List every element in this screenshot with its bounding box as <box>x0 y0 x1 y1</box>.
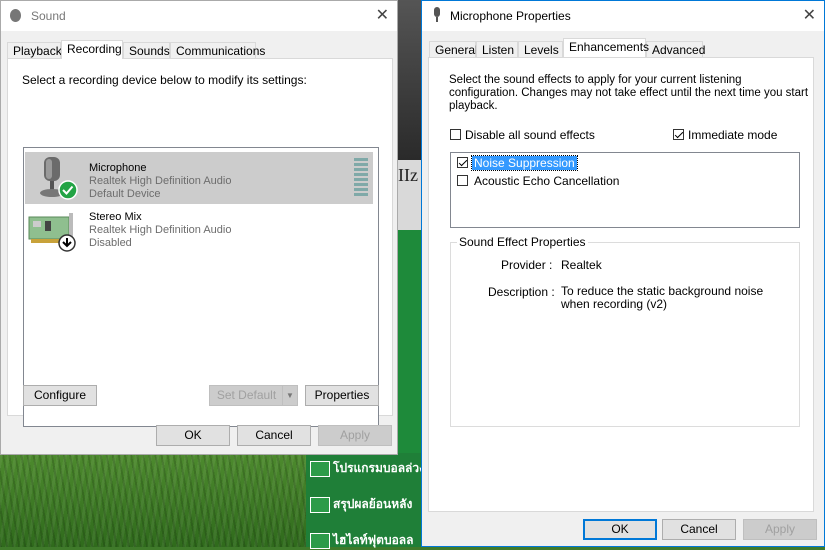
effect-label-selected[interactable]: Noise Suppression <box>471 155 578 171</box>
close-button[interactable]: ✕ <box>803 5 816 25</box>
description-label: Description : <box>488 285 555 299</box>
set-default-button[interactable]: Set Default ▼ <box>209 385 298 406</box>
provider-value: Realtek <box>561 258 602 272</box>
configure-button[interactable]: Configure <box>23 385 97 406</box>
device-microphone[interactable]: Microphone Realtek High Definition Audio… <box>25 152 373 204</box>
background-photo <box>398 0 422 160</box>
window-title: Microphone Properties <box>450 9 571 23</box>
microphone-icon <box>40 157 78 200</box>
device-name: Stereo Mix <box>89 211 142 223</box>
background-menu-item: ไฮไลท์ฟุตบอลล <box>310 531 413 550</box>
tab-listen[interactable]: Listen <box>476 41 518 57</box>
tab-general[interactable]: General <box>429 41 478 57</box>
background-menu: โปรแกรมบอลล่วง สรุปผลย้อนหลัง ไฮไลท์ฟุตบ… <box>306 453 425 550</box>
cancel-button[interactable]: Cancel <box>237 425 311 446</box>
disable-all-label: Disable all sound effects <box>465 128 595 142</box>
ok-button[interactable]: OK <box>156 425 230 446</box>
soundcard-icon <box>28 213 76 252</box>
tab-communications[interactable]: Communications <box>170 42 265 58</box>
recording-panel: Select a recording device below to modif… <box>7 58 393 427</box>
check-badge-icon <box>58 180 78 200</box>
dropdown-arrow-icon[interactable]: ▼ <box>282 386 297 405</box>
instruction-text: Select a recording device below to modif… <box>22 73 307 87</box>
mic-properties-window: Microphone Properties ✕ General Listen L… <box>421 0 825 547</box>
device-status: Default Device <box>89 188 161 200</box>
immediate-mode-checkbox[interactable] <box>673 129 684 140</box>
tab-levels[interactable]: Levels <box>518 41 563 57</box>
instruction-text: Select the sound effects to apply for yo… <box>449 74 809 112</box>
background-menu-item: โปรแกรมบอลล่วง <box>310 459 425 478</box>
group-title: Sound Effect Properties <box>457 235 588 249</box>
set-default-label: Set Default <box>216 388 277 402</box>
effect-checkbox[interactable] <box>457 157 468 168</box>
enhancements-panel: Select the sound effects to apply for yo… <box>428 57 814 512</box>
list-icon <box>310 496 330 513</box>
tab-enhancements[interactable]: Enhancements <box>563 38 649 57</box>
disable-all-checkbox[interactable] <box>450 129 461 140</box>
immediate-mode-label: Immediate mode <box>688 128 778 142</box>
device-status: Disabled <box>89 237 132 249</box>
device-driver: Realtek High Definition Audio <box>89 224 232 236</box>
device-stereo-mix[interactable]: Stereo Mix Realtek High Definition Audio… <box>25 205 373 257</box>
background-menu-item: สรุปผลย้อนหลัง <box>310 495 412 514</box>
apply-button[interactable]: Apply <box>318 425 392 446</box>
tab-sounds[interactable]: Sounds <box>123 42 170 58</box>
calendar-icon <box>310 460 330 477</box>
sound-titlebar: Sound ✕ <box>1 1 397 31</box>
close-button[interactable]: ✕ <box>376 5 389 25</box>
mic-titlebar: Microphone Properties ✕ <box>422 1 824 31</box>
tab-playback[interactable]: Playback <box>7 42 62 58</box>
provider-label: Provider : <box>501 258 553 272</box>
microphone-icon <box>434 7 440 22</box>
tab-recording[interactable]: Recording <box>61 40 123 59</box>
effect-label[interactable]: Acoustic Echo Cancellation <box>474 174 619 188</box>
effects-list[interactable]: Noise Suppression Acoustic Echo Cancella… <box>450 152 800 228</box>
speaker-icon <box>10 9 21 22</box>
effect-checkbox[interactable] <box>457 175 468 186</box>
properties-button[interactable]: Properties <box>305 385 379 406</box>
ball-icon <box>310 532 330 549</box>
ok-button[interactable]: OK <box>583 519 657 540</box>
device-name: Microphone <box>89 162 147 174</box>
device-driver: Realtek High Definition Audio <box>89 175 232 187</box>
cancel-button[interactable]: Cancel <box>662 519 736 540</box>
window-title: Sound <box>31 9 66 23</box>
tab-advanced[interactable]: Advanced <box>646 41 705 57</box>
description-value: To reduce the static background noise wh… <box>561 284 764 311</box>
background-text: IIz <box>398 165 418 185</box>
apply-button[interactable]: Apply <box>743 519 817 540</box>
sound-window: Sound ✕ Playback Recording Sounds Commun… <box>0 0 398 455</box>
sound-effect-properties-group: Sound Effect Properties Provider : Realt… <box>450 235 800 427</box>
level-meter <box>354 158 368 198</box>
